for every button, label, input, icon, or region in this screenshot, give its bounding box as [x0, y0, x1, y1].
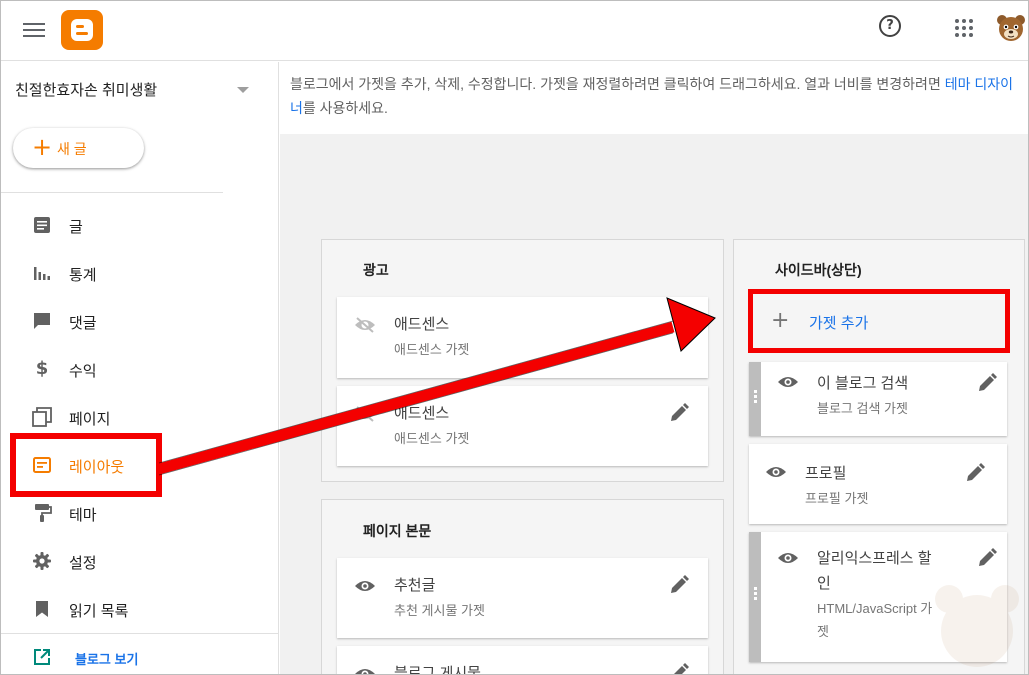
- blogger-layout-window: ? 친절한효자손 취미생활 + 새 글 글 통계 댓글 $ 수익 페이지 레이아…: [0, 0, 1029, 675]
- annotation-arrow: [157, 297, 716, 476]
- bear-watermark: [935, 585, 1019, 667]
